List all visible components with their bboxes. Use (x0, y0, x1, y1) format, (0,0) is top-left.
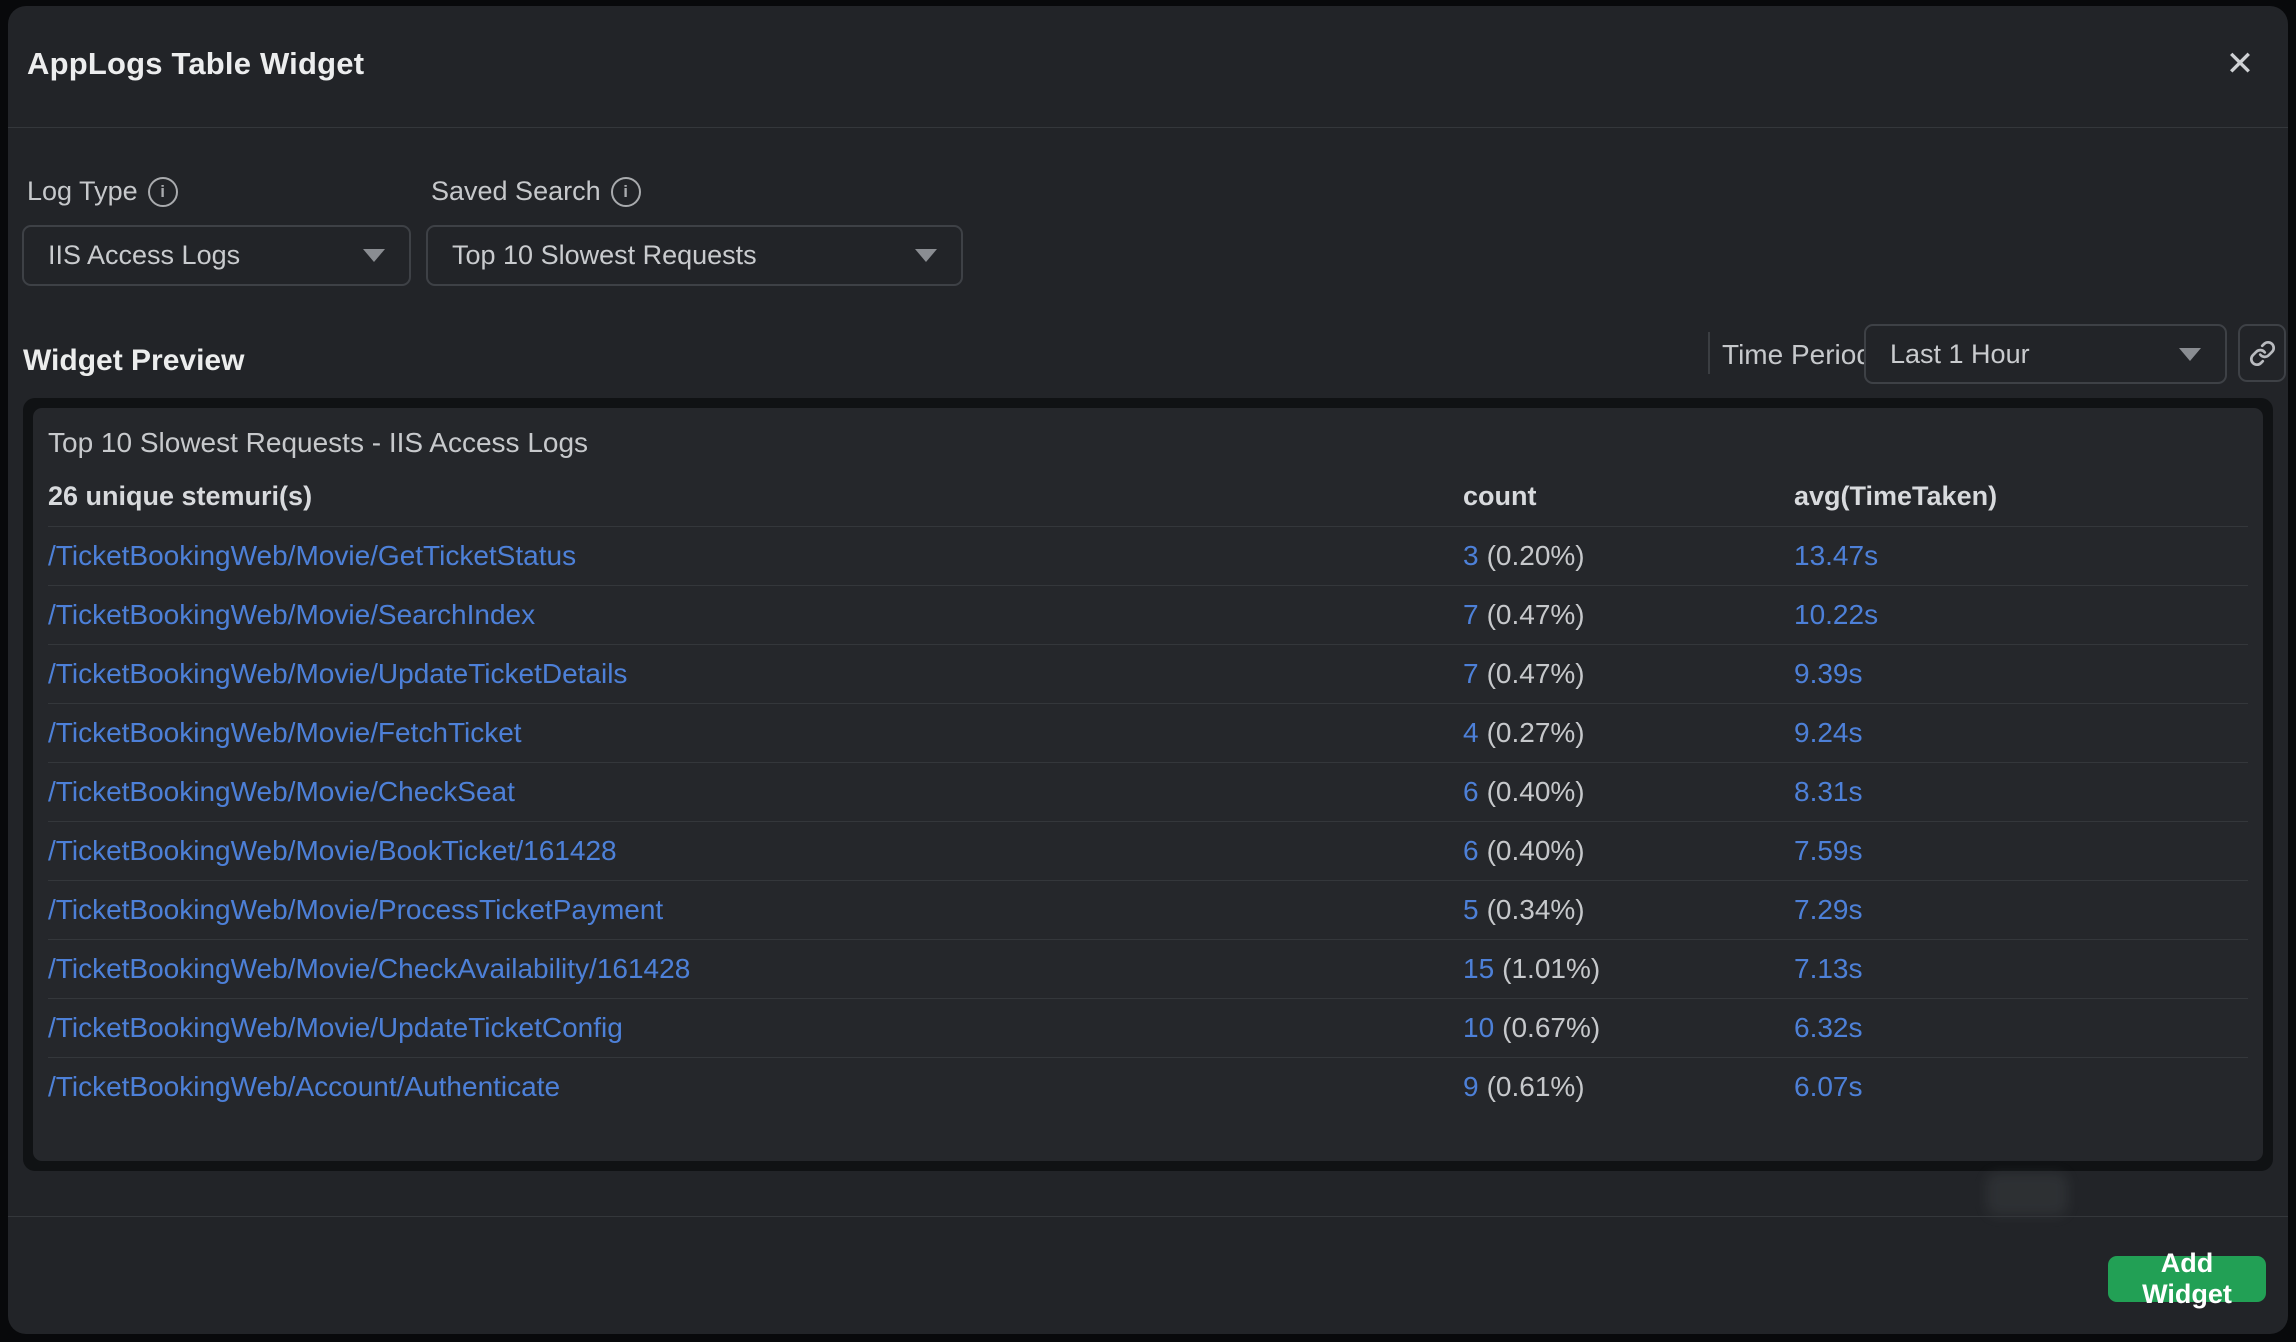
chevron-down-icon (363, 249, 385, 262)
table-row: /TicketBookingWeb/Movie/CheckSeat 6 (0.40… (48, 762, 2248, 821)
log-type-dropdown[interactable]: IIS Access Logs (22, 225, 411, 286)
count-value[interactable]: 5 (1463, 894, 1479, 925)
table-row: /TicketBookingWeb/Movie/UpdateTicketConf… (48, 998, 2248, 1057)
count-percent: (0.47%) (1487, 599, 1585, 630)
stemuri-link[interactable]: /TicketBookingWeb/Movie/CheckAvailabilit… (48, 953, 1463, 985)
table-row: /TicketBookingWeb/Movie/FetchTicket 4 (0.… (48, 703, 2248, 762)
stemuri-link[interactable]: /TicketBookingWeb/Movie/ProcessTicketPay… (48, 894, 1463, 926)
dialog-header: AppLogs Table Widget ✕ (8, 6, 2288, 127)
stemuri-link[interactable]: /TicketBookingWeb/Movie/GetTicketStatus (48, 540, 1463, 572)
stemuri-link[interactable]: /TicketBookingWeb/Movie/FetchTicket (48, 717, 1463, 749)
applogs-widget-dialog: AppLogs Table Widget ✕ Log Type i Saved … (8, 6, 2288, 1334)
count-percent: (0.40%) (1487, 776, 1585, 807)
log-type-label: Log Type i (27, 176, 178, 207)
count-value[interactable]: 10 (1463, 1012, 1494, 1043)
add-widget-label: Add Widget (2114, 1248, 2260, 1310)
avg-value[interactable]: 8.31s (1794, 776, 2248, 808)
count-percent: (0.47%) (1487, 658, 1585, 689)
count-cell: 6 (0.40%) (1463, 835, 1794, 867)
avg-value[interactable]: 6.32s (1794, 1012, 2248, 1044)
column-header-avg: avg(TimeTaken) (1794, 481, 2248, 512)
count-value[interactable]: 3 (1463, 540, 1479, 571)
footer-divider (8, 1216, 2288, 1217)
count-value[interactable]: 6 (1463, 776, 1479, 807)
log-type-value: IIS Access Logs (48, 240, 349, 271)
info-icon[interactable]: i (611, 177, 641, 207)
stemuri-link[interactable]: /TicketBookingWeb/Movie/UpdateTicketDeta… (48, 658, 1463, 690)
count-value[interactable]: 7 (1463, 658, 1479, 689)
count-cell: 6 (0.40%) (1463, 776, 1794, 808)
avg-value[interactable]: 13.47s (1794, 540, 2248, 572)
count-cell: 5 (0.34%) (1463, 894, 1794, 926)
count-percent: (0.67%) (1502, 1012, 1600, 1043)
copy-link-button[interactable] (2238, 324, 2286, 382)
count-cell: 3 (0.20%) (1463, 540, 1794, 572)
count-percent: (0.20%) (1487, 540, 1585, 571)
count-percent: (1.01%) (1502, 953, 1600, 984)
avg-value[interactable]: 6.07s (1794, 1071, 2248, 1103)
count-value[interactable]: 15 (1463, 953, 1494, 984)
count-value[interactable]: 6 (1463, 835, 1479, 866)
table-row: /TicketBookingWeb/Movie/CheckAvailabilit… (48, 939, 2248, 998)
count-cell: 7 (0.47%) (1463, 658, 1794, 690)
avg-value[interactable]: 7.59s (1794, 835, 2248, 867)
time-period-dropdown[interactable]: Last 1 Hour (1864, 324, 2227, 384)
avg-value[interactable]: 7.29s (1794, 894, 2248, 926)
table-row: /TicketBookingWeb/Account/Authenticate 9… (48, 1057, 2248, 1116)
table-row: /TicketBookingWeb/Movie/GetTicketStatus … (48, 526, 2248, 585)
count-cell: 4 (0.27%) (1463, 717, 1794, 749)
stemuri-link[interactable]: /TicketBookingWeb/Movie/BookTicket/16142… (48, 835, 1463, 867)
log-type-label-text: Log Type (27, 176, 138, 207)
count-cell: 9 (0.61%) (1463, 1071, 1794, 1103)
count-cell: 7 (0.47%) (1463, 599, 1794, 631)
table-header-row: 26 unique stemuri(s) count avg(TimeTaken… (48, 466, 2248, 526)
table-title: Top 10 Slowest Requests - IIS Access Log… (48, 420, 2248, 466)
stemuri-link[interactable]: /TicketBookingWeb/Movie/UpdateTicketConf… (48, 1012, 1463, 1044)
count-percent: (0.61%) (1487, 1071, 1585, 1102)
count-percent: (0.27%) (1487, 717, 1585, 748)
widget-preview-panel: Top 10 Slowest Requests - IIS Access Log… (23, 398, 2273, 1171)
stemuri-link[interactable]: /TicketBookingWeb/Movie/SearchIndex (48, 599, 1463, 631)
count-value[interactable]: 9 (1463, 1071, 1479, 1102)
stemuri-link[interactable]: /TicketBookingWeb/Account/Authenticate (48, 1071, 1463, 1103)
widget-preview-heading: Widget Preview (23, 344, 244, 378)
preview-table-card: Top 10 Slowest Requests - IIS Access Log… (33, 408, 2263, 1161)
table-row: /TicketBookingWeb/Movie/UpdateTicketDeta… (48, 644, 2248, 703)
count-cell: 15 (1.01%) (1463, 953, 1794, 985)
saved-search-label: Saved Search i (431, 176, 641, 207)
vertical-divider (1708, 332, 1710, 374)
saved-search-value: Top 10 Slowest Requests (452, 240, 901, 271)
info-icon[interactable]: i (148, 177, 178, 207)
chevron-down-icon (915, 249, 937, 262)
avg-value[interactable]: 10.22s (1794, 599, 2248, 631)
count-value[interactable]: 7 (1463, 599, 1479, 630)
header-divider (8, 127, 2288, 128)
table-row: /TicketBookingWeb/Movie/ProcessTicketPay… (48, 880, 2248, 939)
blur-smudge (1986, 1172, 2068, 1216)
count-percent: (0.34%) (1487, 894, 1585, 925)
time-period-value: Last 1 Hour (1890, 339, 2165, 370)
link-icon (2249, 340, 2276, 367)
column-header-count: count (1463, 481, 1794, 512)
dialog-title: AppLogs Table Widget (27, 46, 364, 82)
count-value[interactable]: 4 (1463, 717, 1479, 748)
time-period-label: Time Period (1722, 338, 1872, 372)
close-icon: ✕ (2226, 47, 2255, 81)
count-cell: 10 (0.67%) (1463, 1012, 1794, 1044)
add-widget-button[interactable]: Add Widget (2108, 1256, 2266, 1302)
table-body: /TicketBookingWeb/Movie/GetTicketStatus … (48, 526, 2248, 1116)
chevron-down-icon (2179, 348, 2201, 361)
column-header-stemuri: 26 unique stemuri(s) (48, 481, 1463, 512)
avg-value[interactable]: 9.39s (1794, 658, 2248, 690)
avg-value[interactable]: 7.13s (1794, 953, 2248, 985)
saved-search-label-text: Saved Search (431, 176, 601, 207)
stemuri-link[interactable]: /TicketBookingWeb/Movie/CheckSeat (48, 776, 1463, 808)
count-percent: (0.40%) (1487, 835, 1585, 866)
saved-search-dropdown[interactable]: Top 10 Slowest Requests (426, 225, 963, 286)
close-button[interactable]: ✕ (2218, 42, 2262, 86)
avg-value[interactable]: 9.24s (1794, 717, 2248, 749)
table-row: /TicketBookingWeb/Movie/BookTicket/16142… (48, 821, 2248, 880)
table-row: /TicketBookingWeb/Movie/SearchIndex 7 (0.… (48, 585, 2248, 644)
